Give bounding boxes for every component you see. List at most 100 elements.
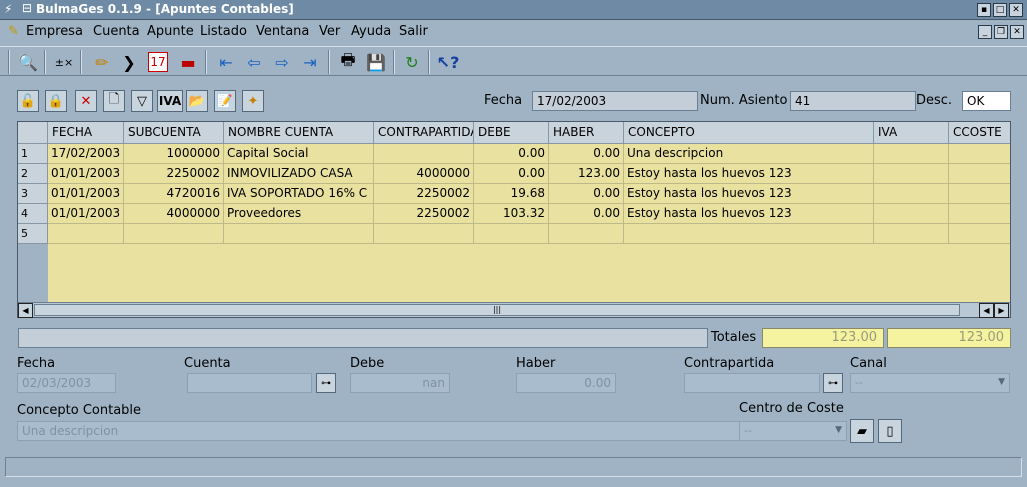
table-cell[interactable] <box>874 164 949 184</box>
child-minimize-button[interactable]: _ <box>978 25 992 39</box>
table-cell[interactable]: 0.00 <box>474 164 549 184</box>
menu-ayuda[interactable]: Ayuda <box>351 24 391 39</box>
col-header-iva[interactable]: IVA <box>874 122 949 144</box>
table-cell[interactable] <box>874 184 949 204</box>
child-close-button[interactable]: ✕ <box>1010 25 1024 39</box>
table-cell[interactable]: 19.68 <box>474 184 549 204</box>
centro-coste-select[interactable]: -- ▼ <box>739 421 847 441</box>
table-cell[interactable]: 2250002 <box>374 204 474 224</box>
table-cell[interactable]: 2250002 <box>124 164 224 184</box>
edit-note-icon[interactable]: 📝 <box>214 90 236 112</box>
table-cell[interactable]: 1000000 <box>124 144 224 164</box>
table-cell[interactable]: 4000000 <box>124 204 224 224</box>
pencil-icon[interactable]: ✏ <box>90 50 114 74</box>
menu-cuenta[interactable]: Cuenta <box>93 24 140 39</box>
close-button[interactable]: ✕ <box>1009 3 1023 17</box>
maximize-button[interactable]: □ <box>993 3 1007 17</box>
table-cell[interactable]: IVA SOPORTADO 16% C <box>224 184 374 204</box>
last-record-icon[interactable]: ⇥ <box>298 50 322 74</box>
print-icon[interactable]: 🖶 <box>336 50 360 74</box>
table-cell[interactable] <box>224 224 374 244</box>
entry-cuenta-input[interactable] <box>187 373 312 393</box>
menu-apunte[interactable]: Apunte <box>147 24 194 39</box>
desc-input[interactable]: OK <box>962 91 1011 111</box>
table-cell[interactable]: 0.00 <box>549 204 624 224</box>
table-cell[interactable]: Estoy hasta los huevos 123 <box>624 184 874 204</box>
table-cell[interactable]: 01/01/2003 <box>48 184 124 204</box>
col-header-contrapartida[interactable]: CONTRAPARTIDA <box>374 122 474 144</box>
table-cell[interactable]: 4720016 <box>124 184 224 204</box>
search-icon[interactable]: 🔍 <box>16 50 40 74</box>
row-header[interactable]: 4 <box>18 204 48 224</box>
table-cell[interactable]: Estoy hasta los huevos 123 <box>624 164 874 184</box>
table-cell[interactable] <box>949 164 1010 184</box>
table-cell[interactable]: 103.32 <box>474 204 549 224</box>
table-cell[interactable]: 01/01/2003 <box>48 164 124 184</box>
col-header-debe[interactable]: DEBE <box>474 122 549 144</box>
col-header-nombre-cuenta[interactable]: NOMBRE CUENTA <box>224 122 374 144</box>
window-menu-icon[interactable]: ⚡ <box>4 2 12 16</box>
apuntes-table[interactable]: FECHA SUBCUENTA NOMBRE CUENTA CONTRAPART… <box>17 121 1011 318</box>
canal-select[interactable]: -- ▼ <box>850 373 1010 393</box>
table-cell[interactable] <box>874 224 949 244</box>
table-cell[interactable]: 123.00 <box>549 164 624 184</box>
iva-button[interactable]: IVA <box>157 90 183 112</box>
help-icon[interactable]: ↖? <box>436 50 460 74</box>
fecha-input[interactable]: 17/02/2003 <box>532 91 698 111</box>
table-cell[interactable]: 17/02/2003 <box>48 144 124 164</box>
entry-haber-input[interactable]: 0.00 <box>516 373 616 393</box>
table-cell[interactable]: 0.00 <box>549 184 624 204</box>
table-cell[interactable]: 0.00 <box>474 144 549 164</box>
table-cell[interactable] <box>949 224 1010 244</box>
table-cell[interactable] <box>549 224 624 244</box>
table-cell[interactable]: Estoy hasta los huevos 123 <box>624 204 874 224</box>
col-header-subcuenta[interactable]: SUBCUENTA <box>124 122 224 144</box>
centro-coste-clear-icon[interactable]: ▯ <box>878 419 902 443</box>
calendar-icon[interactable]: 17 <box>146 50 170 74</box>
table-cell[interactable]: 4000000 <box>374 164 474 184</box>
lock-icon[interactable]: 🔒 <box>45 90 67 112</box>
refresh-icon[interactable]: ↻ <box>400 50 424 74</box>
chevron-right-icon[interactable]: ❯ <box>117 50 141 74</box>
table-cell[interactable]: 01/01/2003 <box>48 204 124 224</box>
calculator-icon[interactable]: ±× <box>52 50 76 74</box>
menu-ver[interactable]: Ver <box>319 24 340 39</box>
col-header-ccoste[interactable]: CCOSTE <box>949 122 1010 144</box>
first-record-icon[interactable]: ⇤ <box>214 50 238 74</box>
cuenta-search-icon[interactable]: ⊶ <box>316 373 336 393</box>
row-header[interactable]: 1 <box>18 144 48 164</box>
scroll-left-icon[interactable]: ◀ <box>18 303 33 318</box>
table-cell[interactable] <box>874 204 949 224</box>
table-cell[interactable]: Capital Social <box>224 144 374 164</box>
col-header-fecha[interactable]: FECHA <box>48 122 124 144</box>
open-folder-icon[interactable]: 📂 <box>186 90 208 112</box>
entry-debe-input[interactable]: nan <box>350 373 450 393</box>
table-cell[interactable] <box>474 224 549 244</box>
row-header[interactable]: 3 <box>18 184 48 204</box>
table-cell[interactable]: Proveedores <box>224 204 374 224</box>
entry-concepto-input[interactable]: Una descripcion <box>17 421 837 441</box>
col-header-haber[interactable]: HABER <box>549 122 624 144</box>
filter-icon[interactable]: ▽ <box>131 90 153 112</box>
table-cell[interactable] <box>374 224 474 244</box>
table-cell[interactable] <box>374 144 474 164</box>
table-cell[interactable] <box>124 224 224 244</box>
menu-ventana[interactable]: Ventana <box>256 24 309 39</box>
entry-contrapartida-input[interactable] <box>684 373 820 393</box>
menu-salir[interactable]: Salir <box>399 24 428 39</box>
row-header[interactable]: 2 <box>18 164 48 184</box>
new-document-icon[interactable]: 🗋 <box>103 90 125 112</box>
scroll-right-icon[interactable]: ▶ <box>994 303 1009 318</box>
table-cell[interactable] <box>624 224 874 244</box>
contrapartida-search-icon[interactable]: ⊶ <box>823 373 843 393</box>
entry-fecha-input[interactable]: 02/03/2003 <box>17 373 116 393</box>
centro-coste-edit-icon[interactable]: ▰ <box>850 419 874 443</box>
table-cell[interactable]: Una descripcion <box>624 144 874 164</box>
row-header[interactable]: 5 <box>18 224 48 244</box>
table-cell[interactable] <box>949 204 1010 224</box>
col-header-concepto[interactable]: CONCEPTO <box>624 122 874 144</box>
child-restore-button[interactable]: ❐ <box>994 25 1008 39</box>
horizontal-scrollbar[interactable]: ◀ ||| ◀ ▶ <box>18 302 1010 318</box>
sofa-icon[interactable]: ▬ <box>176 50 200 74</box>
menu-empresa[interactable]: Empresa <box>26 24 83 39</box>
